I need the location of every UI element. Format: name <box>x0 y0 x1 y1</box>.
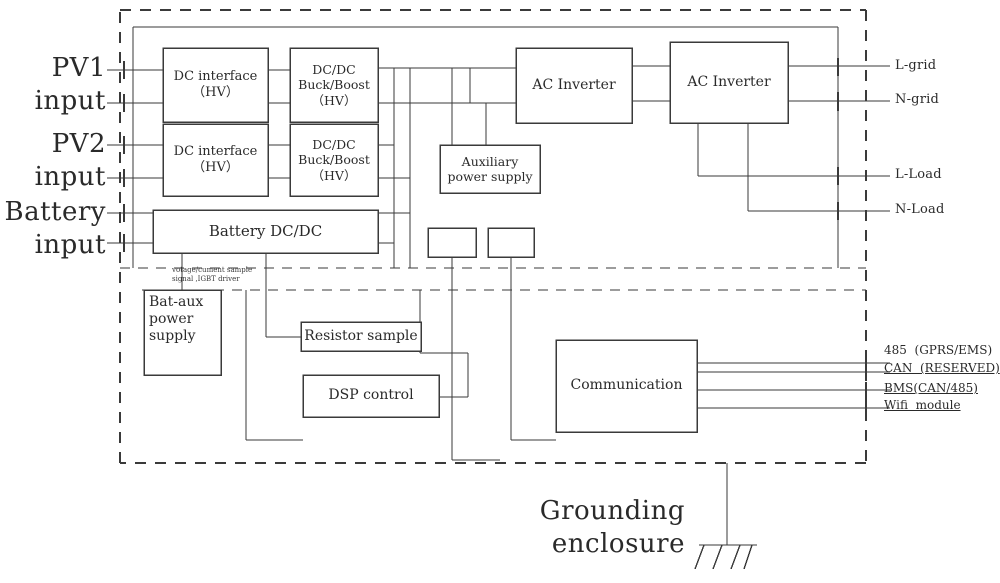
block-sensor-2 <box>487 227 535 258</box>
block-diagram-canvas: PV1 input PV2 input Battery input DC int… <box>0 0 1000 583</box>
output-label-n-grid: N-grid <box>895 92 939 107</box>
load-output-wires <box>697 123 890 212</box>
input-label-pv2: PV2 input <box>34 129 106 192</box>
ground-wire <box>699 463 757 546</box>
comm-port-label-can: CAN (RESERVED) <box>884 361 1000 375</box>
block-dsp-control <box>302 374 440 418</box>
dc-bus-rails <box>393 68 411 268</box>
block-auxiliary-power-supply <box>439 144 541 194</box>
sample-signal-lead <box>265 253 301 338</box>
bus-to-ac-inverter-1 <box>469 67 516 104</box>
block-battery-dcdc <box>152 209 379 254</box>
block-dc-interface-2 <box>162 123 269 197</box>
comm-port-label-wifi: Wifi module <box>884 398 961 412</box>
comm-port-label-485: 485 (GPRS/EMS) <box>884 343 993 357</box>
input-label-battery: Battery input <box>4 197 106 260</box>
grid-output-wires <box>788 65 890 102</box>
communication-output-wires <box>697 362 890 409</box>
comm-port-label-bms: BMS(CAN/485) <box>884 381 978 395</box>
output-label-l-grid: L-grid <box>895 58 937 73</box>
pv1-input-wires <box>107 69 163 104</box>
output-label-l-load: L-Load <box>895 167 942 182</box>
block-bat-aux-power-supply <box>143 289 222 376</box>
ground-rake-icon <box>694 544 753 570</box>
block-ac-inverter-2 <box>669 41 789 124</box>
block-resistor-sample <box>300 321 422 352</box>
block-ac-inverter-1 <box>515 47 633 124</box>
dcdc1-to-bus <box>378 67 470 104</box>
block-communication <box>555 339 698 433</box>
input-label-pv1: PV1 input <box>34 53 106 116</box>
dcif2-to-dcdc2-wires <box>268 144 290 179</box>
output-label-n-load: N-Load <box>895 202 945 217</box>
pv2-input-wires <box>107 144 163 179</box>
diagram-wiring <box>107 9 890 570</box>
block-dcdc-buckboost-2 <box>289 123 379 197</box>
block-dc-interface-1 <box>162 47 269 123</box>
ground-enclosure-label: Grounding enclosure <box>539 496 685 559</box>
block-dcdc-buckboost-1 <box>289 47 379 123</box>
annotation-sample-signal: votage/cument sample signal ,IGBT driver <box>172 266 253 284</box>
inverter1-to-inverter2 <box>632 65 670 102</box>
block-sensor-1 <box>427 227 477 258</box>
dcif1-to-dcdc1-wires <box>268 69 290 104</box>
aux-supply-taps <box>451 68 487 145</box>
